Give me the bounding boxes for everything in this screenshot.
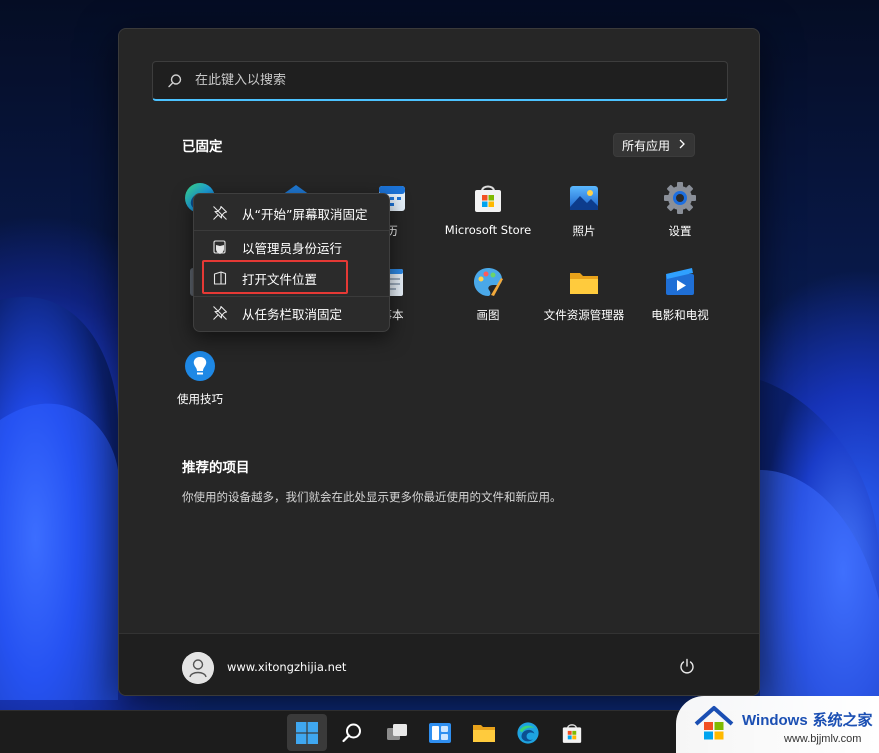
menu-divider xyxy=(194,230,389,231)
search-box[interactable] xyxy=(152,61,728,101)
pinned-app-settings[interactable]: 设置 xyxy=(632,179,728,243)
all-apps-label: 所有应用 xyxy=(621,138,670,153)
menu-item-label: 以管理员身份运行 xyxy=(242,240,343,256)
user-icon xyxy=(182,652,214,684)
taskbar-task-view-button[interactable] xyxy=(377,714,417,751)
app-label: 照片 xyxy=(572,224,596,238)
watermark: Windows 系统之家 www.bjjmlv.com xyxy=(676,696,879,753)
unpin-icon xyxy=(212,305,228,321)
taskbar-start-button[interactable] xyxy=(287,714,327,751)
pinned-title: 已固定 xyxy=(182,139,223,155)
avatar[interactable] xyxy=(182,652,214,684)
start-icon xyxy=(296,721,318,744)
search-icon xyxy=(342,723,361,742)
recommended-description: 你使用的设备越多，我们就会在此处显示更多你最近使用的文件和新应用。 xyxy=(182,490,562,504)
movies-tv-icon xyxy=(663,265,697,299)
search-input[interactable] xyxy=(195,73,695,88)
search-icon xyxy=(167,73,183,89)
shield-icon xyxy=(212,239,228,255)
paint-icon xyxy=(471,265,505,299)
power-icon[interactable] xyxy=(679,658,695,674)
app-label: Microsoft Store xyxy=(444,223,532,237)
taskbar-widgets-button[interactable] xyxy=(420,714,460,751)
watermark-title-en: Windows xyxy=(742,712,808,729)
menu-item-run-as-admin[interactable]: 以管理员身份运行 xyxy=(198,232,386,262)
app-label: 设置 xyxy=(668,224,692,238)
file-explorer-icon xyxy=(473,724,495,742)
menu-item-label: 打开文件位置 xyxy=(242,271,318,287)
task-view-icon xyxy=(387,723,407,740)
start-menu: 已固定 所有应用 Ec 历 Microsoft Store 照片 xyxy=(118,28,760,696)
recommended-title: 推荐的项目 xyxy=(182,460,250,476)
all-apps-button[interactable]: 所有应用 xyxy=(613,133,695,157)
taskbar-store-button[interactable] xyxy=(552,714,592,751)
pinned-app-photos[interactable]: 照片 xyxy=(536,179,632,243)
tips-icon xyxy=(183,349,217,383)
menu-item-open-file-location[interactable]: 打开文件位置 xyxy=(198,263,386,293)
store-icon xyxy=(471,181,505,215)
menu-item-label: 从任务栏取消固定 xyxy=(242,306,343,322)
pinned-app-movies-tv[interactable]: 电影和电视 xyxy=(632,263,728,327)
start-footer: www.xitongzhijia.net xyxy=(119,633,759,695)
app-label: 文件资源管理器 xyxy=(543,308,625,322)
app-label: 电影和电视 xyxy=(651,308,709,322)
pinned-app-microsoft-store[interactable]: Microsoft Store xyxy=(440,179,536,243)
watermark-title-cn: 系统之家 xyxy=(812,712,873,729)
menu-item-unpin-from-taskbar[interactable]: 从任务栏取消固定 xyxy=(198,298,386,328)
menu-divider xyxy=(194,296,389,297)
edge-icon xyxy=(517,721,539,744)
chevron-right-icon xyxy=(678,138,686,152)
file-explorer-icon xyxy=(567,265,601,299)
widgets-icon xyxy=(429,722,451,743)
file-location-icon xyxy=(212,270,228,286)
app-label: 使用技巧 xyxy=(177,392,223,406)
user-name[interactable]: www.xitongzhijia.net xyxy=(227,660,346,674)
taskbar-edge-button[interactable] xyxy=(508,714,548,751)
context-menu: 从“开始”屏幕取消固定 以管理员身份运行 打开文件位置 从任务栏取消固定 xyxy=(193,193,390,332)
settings-icon xyxy=(663,181,697,215)
pinned-app-file-explorer[interactable]: 文件资源管理器 xyxy=(536,263,632,327)
store-icon xyxy=(562,723,582,743)
watermark-title: Windows 系统之家 xyxy=(742,709,872,730)
taskbar-file-explorer-button[interactable] xyxy=(464,714,504,751)
menu-item-unpin-from-start[interactable]: 从“开始”屏幕取消固定 xyxy=(198,198,386,228)
taskbar-search-button[interactable] xyxy=(332,714,372,751)
watermark-url: www.bjjmlv.com xyxy=(784,733,862,745)
house-logo-icon xyxy=(692,704,736,744)
app-label: 画图 xyxy=(476,308,500,322)
pinned-app-tips[interactable]: 使用技巧 xyxy=(152,347,248,411)
photos-icon xyxy=(567,181,601,215)
pinned-app-paint[interactable]: 画图 xyxy=(440,263,536,327)
menu-item-label: 从“开始”屏幕取消固定 xyxy=(242,206,368,222)
unpin-icon xyxy=(212,205,228,221)
